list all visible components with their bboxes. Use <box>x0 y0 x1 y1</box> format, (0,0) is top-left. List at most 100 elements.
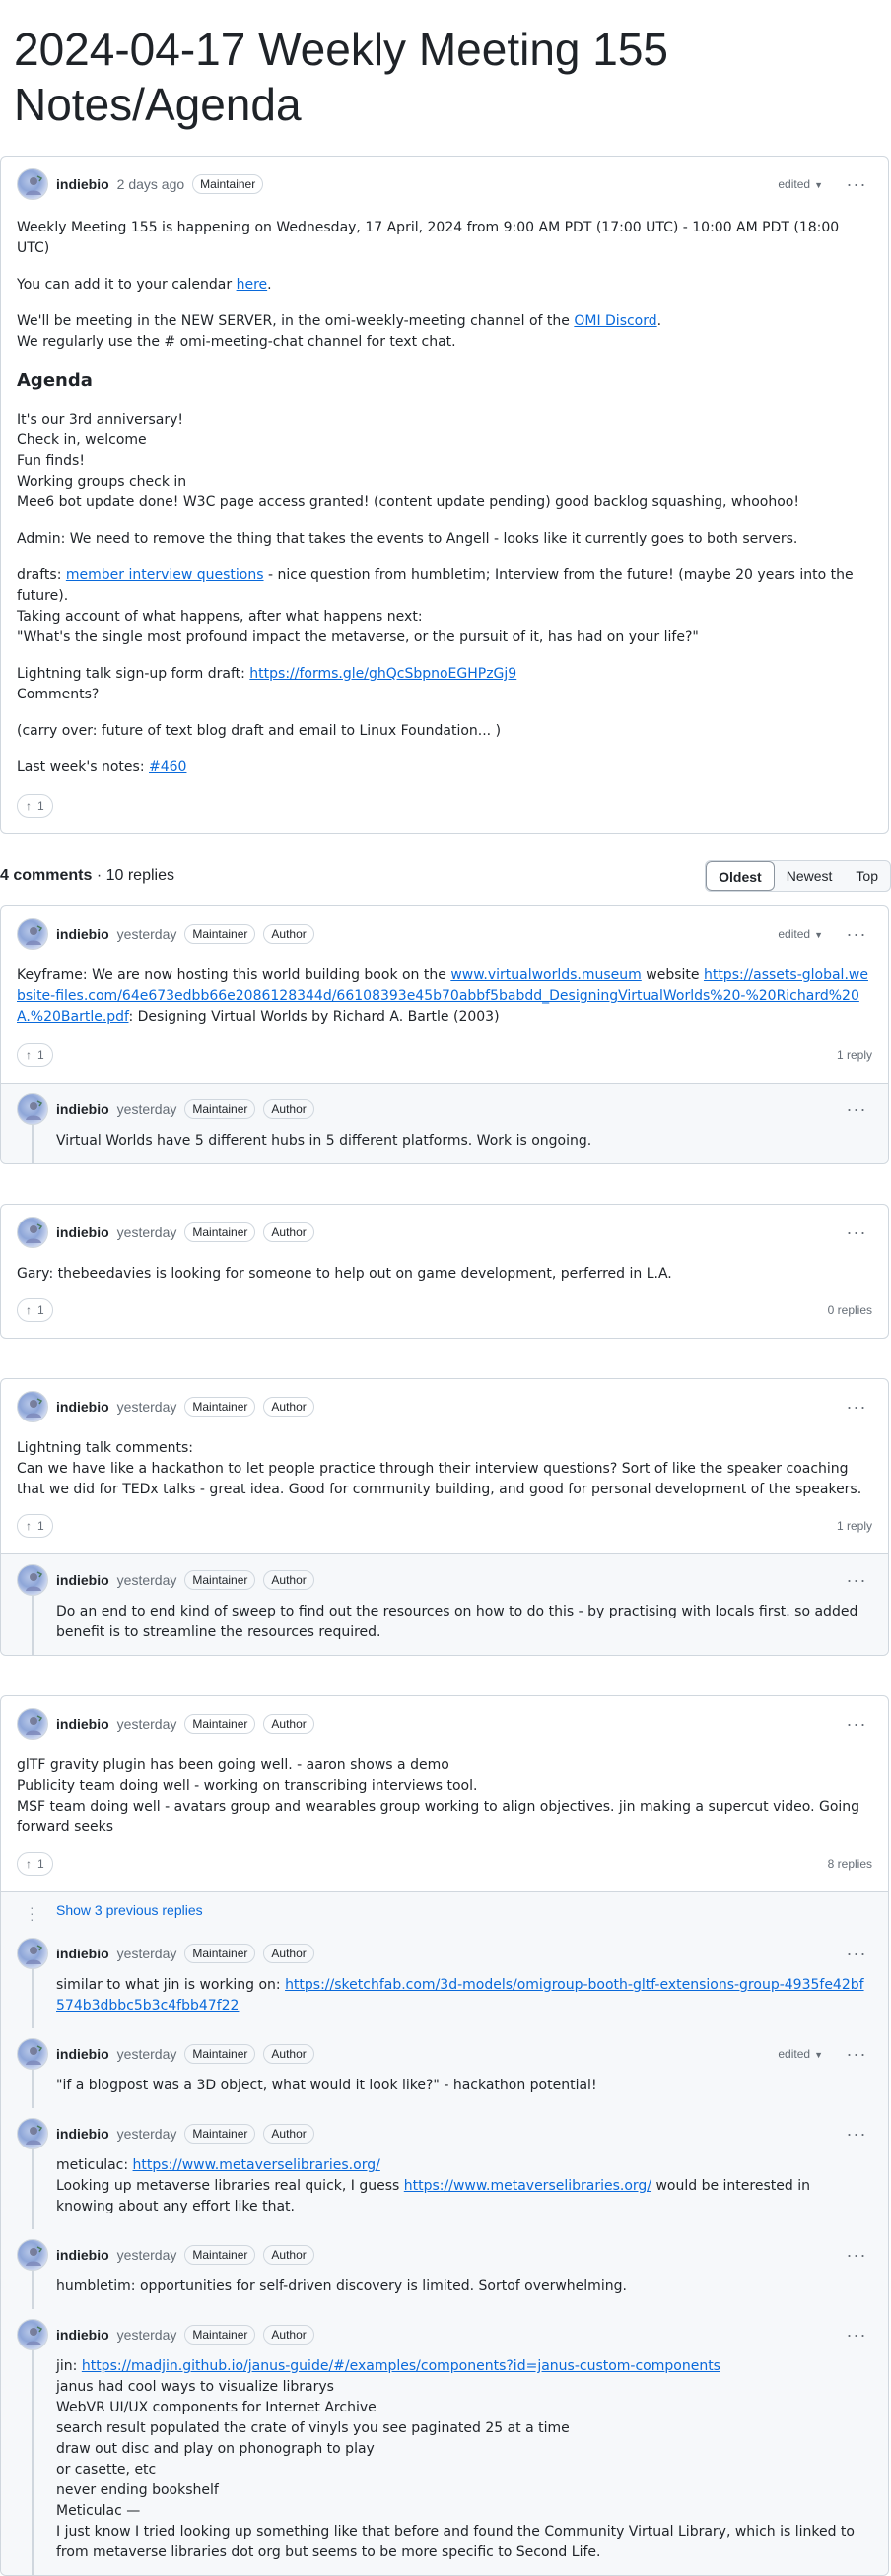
museum-link[interactable]: www.virtualworlds.museum <box>450 967 642 983</box>
reply-count[interactable]: 1 reply <box>837 1519 872 1533</box>
edited-dropdown[interactable]: edited ▼ <box>778 927 823 941</box>
upvote-count: 1 <box>37 1048 44 1062</box>
more-options-icon[interactable]: ··· <box>841 1100 872 1118</box>
timestamp[interactable]: 2 days ago <box>117 176 185 192</box>
reply-line: never ending bookshelf <box>56 2482 219 2498</box>
sort-newest[interactable]: Newest <box>775 861 845 891</box>
edited-dropdown[interactable]: edited ▼ <box>778 2047 823 2061</box>
reply-prefix: meticulac: <box>56 2157 133 2173</box>
author-badge: Author <box>263 1570 314 1590</box>
avatar[interactable] <box>17 1217 48 1248</box>
comment: indiebio yesterday Maintainer Author edi… <box>0 905 889 1164</box>
carry-over-line: (carry over: future of text blog draft a… <box>17 723 502 739</box>
more-options-icon[interactable]: ··· <box>841 2246 872 2264</box>
upvote-button[interactable]: ↑ 1 <box>17 794 53 818</box>
metaverse-libraries-link[interactable]: https://www.metaverselibraries.org/ <box>404 2178 651 2194</box>
avatar[interactable] <box>17 1564 48 1596</box>
reply-text: Virtual Worlds have 5 different hubs in … <box>56 1133 592 1149</box>
timestamp[interactable]: yesterday <box>117 1572 177 1588</box>
more-options-icon[interactable]: ··· <box>841 925 872 943</box>
upvote-button[interactable]: ↑ 1 <box>17 1043 53 1067</box>
thread-line <box>32 2068 34 2108</box>
sort-oldest[interactable]: Oldest <box>706 861 775 891</box>
original-post: indiebio 2 days ago Maintainer edited ▼ ·… <box>0 156 889 834</box>
more-options-icon[interactable]: ··· <box>841 175 872 193</box>
more-options-icon[interactable]: ··· <box>841 1398 872 1416</box>
page-title: 2024-04-17 Weekly Meeting 155 Notes/Agen… <box>14 24 669 130</box>
metaverse-libraries-link[interactable]: https://www.metaverselibraries.org/ <box>133 2157 380 2173</box>
upvote-button[interactable]: ↑ 1 <box>17 1298 53 1322</box>
author-name[interactable]: indiebio <box>56 176 109 192</box>
last-notes-link[interactable]: #460 <box>149 760 186 775</box>
reply-text-part: Looking up metaverse libraries real quic… <box>56 2178 404 2194</box>
more-options-icon[interactable]: ··· <box>841 2045 872 2063</box>
comment-body: Lightning talk comments: Can we have lik… <box>17 1438 872 1500</box>
timestamp[interactable]: yesterday <box>117 2327 177 2343</box>
interview-questions-link[interactable]: member interview questions <box>66 567 264 583</box>
author-name[interactable]: indiebio <box>56 1572 109 1588</box>
timestamp[interactable]: yesterday <box>117 926 177 942</box>
maintainer-badge: Maintainer <box>184 1099 256 1119</box>
author-name[interactable]: indiebio <box>56 2327 109 2343</box>
author-name[interactable]: indiebio <box>56 2247 109 2263</box>
timestamp[interactable]: yesterday <box>117 1399 177 1415</box>
author-name[interactable]: indiebio <box>56 2126 109 2142</box>
upvote-button[interactable]: ↑ 1 <box>17 1514 53 1538</box>
timestamp[interactable]: yesterday <box>117 2247 177 2263</box>
avatar[interactable] <box>17 2118 48 2149</box>
avatar[interactable] <box>17 1708 48 1740</box>
maintainer-badge: Maintainer <box>184 2245 256 2265</box>
author-name[interactable]: indiebio <box>56 1946 109 1961</box>
author-name[interactable]: indiebio <box>56 1399 109 1415</box>
timestamp[interactable]: yesterday <box>117 1716 177 1732</box>
timestamp[interactable]: yesterday <box>117 1946 177 1961</box>
timestamp[interactable]: yesterday <box>117 1101 177 1117</box>
author-badge: Author <box>263 2245 314 2265</box>
agenda-item: Working groups check in <box>17 474 187 490</box>
avatar[interactable] <box>17 918 48 950</box>
avatar[interactable] <box>17 1093 48 1125</box>
avatar[interactable] <box>17 2239 48 2271</box>
edited-dropdown[interactable]: edited ▼ <box>778 177 823 191</box>
reply-body: similar to what jin is working on: https… <box>17 1975 872 2016</box>
discord-link[interactable]: OMI Discord <box>574 313 656 329</box>
more-options-icon[interactable]: ··· <box>841 1571 872 1589</box>
author-name[interactable]: indiebio <box>56 1101 109 1117</box>
reply-count[interactable]: 1 reply <box>837 1048 872 1062</box>
reply-count[interactable]: 8 replies <box>828 1857 872 1871</box>
avatar[interactable] <box>17 1938 48 1969</box>
calendar-link[interactable]: here <box>237 277 268 293</box>
author-name[interactable]: indiebio <box>56 2046 109 2062</box>
sort-top[interactable]: Top <box>844 861 890 891</box>
reply-line: janus had cool ways to visualize library… <box>56 2379 334 2395</box>
calendar-suffix: . <box>267 277 272 293</box>
author-name[interactable]: indiebio <box>56 1716 109 1732</box>
more-options-icon[interactable]: ··· <box>841 2125 872 2143</box>
timestamp[interactable]: yesterday <box>117 2126 177 2142</box>
more-options-icon[interactable]: ··· <box>841 1715 872 1733</box>
janus-guide-link[interactable]: https://madjin.github.io/janus-guide/#/e… <box>82 2358 720 2374</box>
reply: indiebio yesterday Maintainer Author ···… <box>1 2309 888 2575</box>
avatar[interactable] <box>17 1391 48 1422</box>
author-name[interactable]: indiebio <box>56 926 109 942</box>
replies-section: indiebio yesterday Maintainer Author ···… <box>1 1083 888 1163</box>
avatar[interactable] <box>17 2038 48 2070</box>
reply-count[interactable]: 0 replies <box>828 1303 872 1317</box>
timestamp[interactable]: yesterday <box>117 2046 177 2062</box>
reply: indiebio yesterday Maintainer Author edi… <box>1 2028 888 2108</box>
maintainer-badge: Maintainer <box>184 1570 256 1590</box>
show-previous-replies[interactable]: · · · Show 3 previous replies <box>1 1892 888 1928</box>
more-options-icon[interactable]: ··· <box>841 2326 872 2344</box>
signup-form-link[interactable]: https://forms.gle/ghQcSbpnoEGHPzGj9 <box>249 666 516 682</box>
author-name[interactable]: indiebio <box>56 1224 109 1240</box>
drafts-line-2: Taking account of what happens, after wh… <box>17 609 423 625</box>
more-options-icon[interactable]: ··· <box>841 1945 872 1962</box>
more-options-icon[interactable]: ··· <box>841 1223 872 1241</box>
reply: indiebio yesterday Maintainer Author ···… <box>1 2229 888 2309</box>
avatar[interactable] <box>17 168 48 200</box>
upvote-button[interactable]: ↑ 1 <box>17 1852 53 1876</box>
arrow-up-icon: ↑ <box>26 1303 32 1317</box>
avatar[interactable] <box>17 2319 48 2350</box>
timestamp[interactable]: yesterday <box>117 1224 177 1240</box>
maintainer-badge: Maintainer <box>184 924 256 944</box>
